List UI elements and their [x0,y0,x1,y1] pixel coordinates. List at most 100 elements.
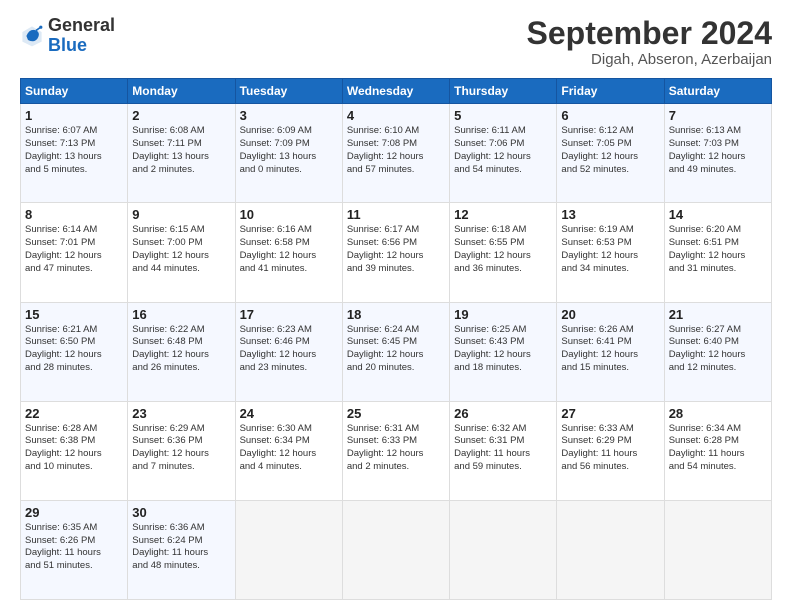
title-block: September 2024 Digah, Abseron, Azerbaija… [527,16,772,68]
location-subtitle: Digah, Abseron, Azerbaijan [527,51,772,68]
logo-text: General Blue [48,16,115,56]
table-row [342,500,449,599]
table-row: 21 Sunrise: 6:27 AM Sunset: 6:40 PM Dayli… [664,302,771,401]
day-number: 27 [561,406,659,421]
calendar-week-row: 29Sunrise: 6:35 AM Sunset: 6:26 PM Dayli… [21,500,772,599]
calendar-week-row: 22Sunrise: 6:28 AM Sunset: 6:38 PM Dayli… [21,401,772,500]
day-number: 26 [454,406,552,421]
page: General Blue September 2024 Digah, Abser… [0,0,792,612]
table-row: 27 Sunrise: 6:33 AM Sunset: 6:29 PM Dayli… [557,401,664,500]
day-number: 9 [132,207,230,222]
table-row: 19Sunrise: 6:25 AM Sunset: 6:43 PM Dayli… [450,302,557,401]
table-row: 5 Sunrise: 6:11 AM Sunset: 7:06 PM Daylig… [450,104,557,203]
day-number: 16 [132,307,230,322]
calendar-header-row: Sunday Monday Tuesday Wednesday Thursday… [21,79,772,104]
table-row: 29Sunrise: 6:35 AM Sunset: 6:26 PM Dayli… [21,500,128,599]
table-row: 2 Sunrise: 6:08 AM Sunset: 7:11 PM Daylig… [128,104,235,203]
day-info: Sunrise: 6:19 AM Sunset: 6:53 PM Dayligh… [561,224,659,275]
header-wednesday: Wednesday [342,79,449,104]
day-info: Sunrise: 6:17 AM Sunset: 6:56 PM Dayligh… [347,224,445,275]
day-number: 30 [132,505,230,520]
day-number: 3 [240,108,338,123]
table-row: 17 Sunrise: 6:23 AM Sunset: 6:46 PM Dayli… [235,302,342,401]
table-row: 3 Sunrise: 6:09 AM Sunset: 7:09 PM Daylig… [235,104,342,203]
month-title: September 2024 [527,16,772,51]
logo-icon [20,24,44,48]
logo-general: General [48,15,115,35]
day-info: Sunrise: 6:12 AM Sunset: 7:05 PM Dayligh… [561,125,659,176]
header-friday: Friday [557,79,664,104]
day-number: 2 [132,108,230,123]
day-info: Sunrise: 6:25 AM Sunset: 6:43 PM Dayligh… [454,324,552,375]
day-number: 15 [25,307,123,322]
day-info: Sunrise: 6:21 AM Sunset: 6:50 PM Dayligh… [25,324,123,375]
day-number: 25 [347,406,445,421]
day-info: Sunrise: 6:28 AM Sunset: 6:38 PM Dayligh… [25,423,123,474]
day-info: Sunrise: 6:34 AM Sunset: 6:28 PM Dayligh… [669,423,767,474]
day-info: Sunrise: 6:35 AM Sunset: 6:26 PM Dayligh… [25,522,123,573]
day-info: Sunrise: 6:18 AM Sunset: 6:55 PM Dayligh… [454,224,552,275]
table-row: 4 Sunrise: 6:10 AM Sunset: 7:08 PM Daylig… [342,104,449,203]
day-info: Sunrise: 6:11 AM Sunset: 7:06 PM Dayligh… [454,125,552,176]
day-number: 1 [25,108,123,123]
table-row [450,500,557,599]
day-number: 17 [240,307,338,322]
day-number: 18 [347,307,445,322]
logo-blue: Blue [48,35,87,55]
day-number: 12 [454,207,552,222]
table-row: 23 Sunrise: 6:29 AM Sunset: 6:36 PM Dayli… [128,401,235,500]
table-row: 15 Sunrise: 6:21 AM Sunset: 6:50 PM Dayli… [21,302,128,401]
calendar-week-row: 1Sunrise: 6:07 AM Sunset: 7:13 PM Daylig… [21,104,772,203]
day-info: Sunrise: 6:33 AM Sunset: 6:29 PM Dayligh… [561,423,659,474]
calendar-table: Sunday Monday Tuesday Wednesday Thursday… [20,78,772,600]
table-row: 12 Sunrise: 6:18 AM Sunset: 6:55 PM Dayli… [450,203,557,302]
table-row: 24 Sunrise: 6:30 AM Sunset: 6:34 PM Dayli… [235,401,342,500]
day-info: Sunrise: 6:29 AM Sunset: 6:36 PM Dayligh… [132,423,230,474]
day-info: Sunrise: 6:16 AM Sunset: 6:58 PM Dayligh… [240,224,338,275]
day-info: Sunrise: 6:08 AM Sunset: 7:11 PM Dayligh… [132,125,230,176]
day-info: Sunrise: 6:10 AM Sunset: 7:08 PM Dayligh… [347,125,445,176]
table-row: 6 Sunrise: 6:12 AM Sunset: 7:05 PM Daylig… [557,104,664,203]
day-info: Sunrise: 6:13 AM Sunset: 7:03 PM Dayligh… [669,125,767,176]
day-info: Sunrise: 6:15 AM Sunset: 7:00 PM Dayligh… [132,224,230,275]
day-number: 28 [669,406,767,421]
day-number: 24 [240,406,338,421]
header: General Blue September 2024 Digah, Abser… [20,16,772,68]
day-info: Sunrise: 6:30 AM Sunset: 6:34 PM Dayligh… [240,423,338,474]
day-info: Sunrise: 6:22 AM Sunset: 6:48 PM Dayligh… [132,324,230,375]
day-number: 6 [561,108,659,123]
table-row [235,500,342,599]
day-info: Sunrise: 6:09 AM Sunset: 7:09 PM Dayligh… [240,125,338,176]
table-row: 9 Sunrise: 6:15 AM Sunset: 7:00 PM Daylig… [128,203,235,302]
header-monday: Monday [128,79,235,104]
table-row: 1Sunrise: 6:07 AM Sunset: 7:13 PM Daylig… [21,104,128,203]
day-number: 11 [347,207,445,222]
day-info: Sunrise: 6:24 AM Sunset: 6:45 PM Dayligh… [347,324,445,375]
day-info: Sunrise: 6:31 AM Sunset: 6:33 PM Dayligh… [347,423,445,474]
day-number: 8 [25,207,123,222]
day-info: Sunrise: 6:36 AM Sunset: 6:24 PM Dayligh… [132,522,230,573]
day-number: 7 [669,108,767,123]
day-number: 4 [347,108,445,123]
day-number: 14 [669,207,767,222]
header-sunday: Sunday [21,79,128,104]
day-number: 21 [669,307,767,322]
day-info: Sunrise: 6:26 AM Sunset: 6:41 PM Dayligh… [561,324,659,375]
header-thursday: Thursday [450,79,557,104]
day-info: Sunrise: 6:20 AM Sunset: 6:51 PM Dayligh… [669,224,767,275]
table-row: 22Sunrise: 6:28 AM Sunset: 6:38 PM Dayli… [21,401,128,500]
day-info: Sunrise: 6:23 AM Sunset: 6:46 PM Dayligh… [240,324,338,375]
calendar-week-row: 8 Sunrise: 6:14 AM Sunset: 7:01 PM Daylig… [21,203,772,302]
table-row: 14 Sunrise: 6:20 AM Sunset: 6:51 PM Dayli… [664,203,771,302]
day-number: 23 [132,406,230,421]
table-row: 7 Sunrise: 6:13 AM Sunset: 7:03 PM Daylig… [664,104,771,203]
day-info: Sunrise: 6:27 AM Sunset: 6:40 PM Dayligh… [669,324,767,375]
day-number: 10 [240,207,338,222]
day-number: 5 [454,108,552,123]
table-row: 30 Sunrise: 6:36 AM Sunset: 6:24 PM Dayli… [128,500,235,599]
header-tuesday: Tuesday [235,79,342,104]
day-info: Sunrise: 6:14 AM Sunset: 7:01 PM Dayligh… [25,224,123,275]
table-row: 25 Sunrise: 6:31 AM Sunset: 6:33 PM Dayli… [342,401,449,500]
table-row: 16 Sunrise: 6:22 AM Sunset: 6:48 PM Dayli… [128,302,235,401]
logo: General Blue [20,16,115,56]
